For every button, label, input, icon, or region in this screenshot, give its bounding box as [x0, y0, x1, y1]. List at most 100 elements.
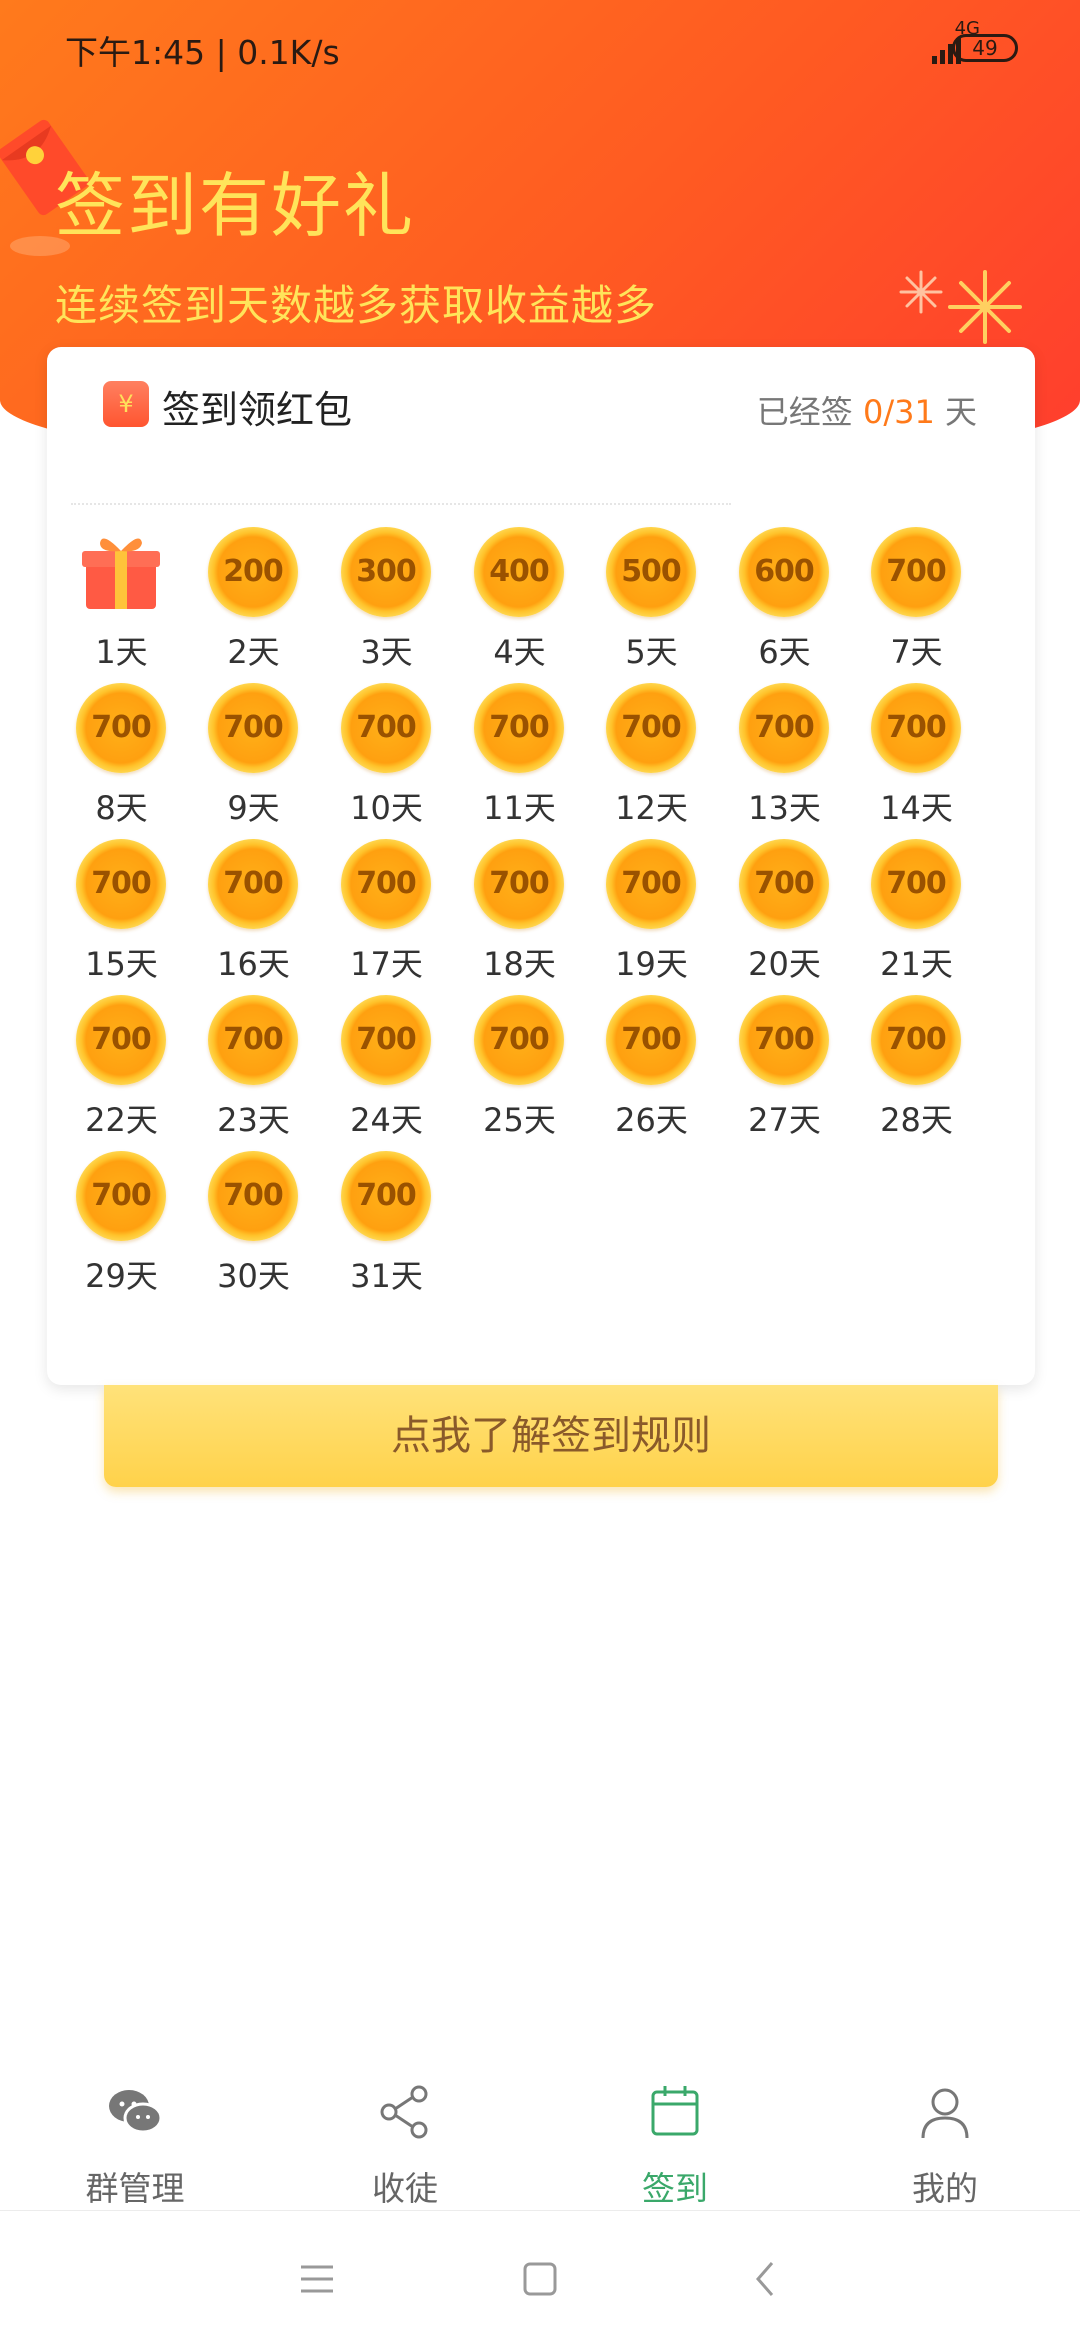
day-cell[interactable]: 700 25天 [453, 995, 586, 1151]
day-cell[interactable]: 700 8天 [55, 683, 188, 839]
nav-item-mine[interactable]: 我的 [810, 2082, 1080, 2212]
day-label: 21天 [880, 945, 953, 983]
day-cell[interactable]: 700 14天 [850, 683, 983, 839]
divider [71, 503, 731, 505]
coin-value: 700 [91, 1178, 152, 1213]
day-cell[interactable]: 700 9天 [187, 683, 320, 839]
user-icon [921, 2088, 969, 2139]
day-cell[interactable]: 500 5天 [585, 527, 718, 683]
day-label: 19天 [615, 945, 688, 983]
day-cell[interactable]: 700 12天 [585, 683, 718, 839]
progress-prefix: 已经签 [756, 393, 863, 431]
day-label: 8天 [95, 789, 148, 827]
coin-icon: 700 [474, 839, 564, 929]
coin-value: 700 [91, 866, 152, 901]
coin-icon: 700 [341, 683, 431, 773]
coin-icon: 500 [606, 527, 696, 617]
coin-value: 600 [754, 554, 815, 589]
coin-icon: 700 [341, 995, 431, 1085]
day-label: 26天 [615, 1101, 688, 1139]
day-label: 13天 [748, 789, 821, 827]
gift-icon [82, 538, 160, 609]
day-label: 28天 [880, 1101, 953, 1139]
nav-item-group-manage[interactable]: 群管理 [0, 2082, 270, 2212]
day-cell[interactable]: 400 4天 [453, 527, 586, 683]
coin-icon: 600 [739, 527, 829, 617]
day-cell[interactable]: 700 15天 [55, 839, 188, 995]
nav-item-apprentice[interactable]: 收徒 [270, 2082, 540, 2212]
coin-value: 700 [754, 866, 815, 901]
day-cell[interactable]: 700 10天 [320, 683, 453, 839]
hero-title: 签到有好礼 [55, 165, 415, 247]
coin-value: 700 [356, 710, 417, 745]
day-label: 9天 [227, 789, 280, 827]
coin-icon: 400 [474, 527, 564, 617]
coin-value: 700 [886, 554, 947, 589]
calendar-icon [651, 2086, 699, 2136]
coin-value: 500 [621, 554, 682, 589]
day-cell[interactable]: 700 26天 [585, 995, 718, 1151]
day-cell[interactable]: 200 2天 [187, 527, 320, 683]
day-cell[interactable]: 600 6天 [718, 527, 851, 683]
coin-value: 400 [489, 554, 550, 589]
coin-value: 700 [754, 1022, 815, 1057]
day-cell[interactable]: 700 20天 [718, 839, 851, 995]
day-cell[interactable]: 700 24天 [320, 995, 453, 1151]
day-cell[interactable]: 300 3天 [320, 527, 453, 683]
day-cell[interactable]: 700 28天 [850, 995, 983, 1151]
day-cell[interactable]: 700 19天 [585, 839, 718, 995]
coin-value: 700 [223, 1022, 284, 1057]
coin-icon: 700 [341, 839, 431, 929]
back-icon[interactable] [736, 2249, 796, 2309]
coin-icon: 700 [739, 683, 829, 773]
coin-icon: 700 [606, 839, 696, 929]
coin-icon: 700 [739, 839, 829, 929]
day-cell[interactable]: 700 27天 [718, 995, 851, 1151]
day-label: 17天 [350, 945, 423, 983]
coin-icon: 700 [871, 995, 961, 1085]
day-label: 22天 [85, 1101, 158, 1139]
coin-icon: 700 [474, 995, 564, 1085]
day-label: 31天 [350, 1257, 423, 1295]
home-icon[interactable] [510, 2249, 570, 2309]
day-label: 16天 [217, 945, 290, 983]
day-label: 2天 [227, 633, 280, 671]
coin-value: 700 [356, 1178, 417, 1213]
day-cell[interactable]: 700 13天 [718, 683, 851, 839]
day-cell[interactable]: 700 7天 [850, 527, 983, 683]
coin-icon: 700 [76, 995, 166, 1085]
day-label: 20天 [748, 945, 821, 983]
sign-progress: 已经签 0/31 天 [757, 387, 977, 433]
coin-icon: 200 [208, 527, 298, 617]
coin-icon: 700 [208, 683, 298, 773]
day-label: 24天 [350, 1101, 423, 1139]
nav-item-sign-in[interactable]: 签到 [540, 2082, 810, 2212]
day-cell[interactable]: 700 11天 [453, 683, 586, 839]
day-cell[interactable]: 700 23天 [187, 995, 320, 1151]
day-cell[interactable]: 700 16天 [187, 839, 320, 995]
coin-icon: 700 [606, 995, 696, 1085]
coin-value: 700 [886, 710, 947, 745]
day-cell[interactable]: 700 29天 [55, 1151, 188, 1307]
day-cell[interactable]: 700 21天 [850, 839, 983, 995]
day-cell[interactable]: 1天 [55, 527, 188, 683]
coin-icon: 700 [76, 683, 166, 773]
coin-value: 700 [223, 710, 284, 745]
share-icon [380, 2085, 428, 2139]
day-label: 10天 [350, 789, 423, 827]
coin-icon: 700 [871, 683, 961, 773]
coin-value: 700 [621, 710, 682, 745]
day-cell[interactable]: 700 30天 [187, 1151, 320, 1307]
nav-label: 我的 [912, 2169, 978, 2208]
coin-value: 700 [621, 1022, 682, 1057]
nav-label: 收徒 [372, 2169, 438, 2208]
day-cell[interactable]: 700 17天 [320, 839, 453, 995]
menu-icon[interactable] [287, 2249, 347, 2309]
day-cell[interactable]: 700 18天 [453, 839, 586, 995]
coin-value: 700 [489, 866, 550, 901]
rules-button[interactable]: 点我了解签到规则 [104, 1385, 998, 1487]
day-cell[interactable]: 700 22天 [55, 995, 188, 1151]
day-label: 1天 [95, 633, 148, 671]
day-cell[interactable]: 700 31天 [320, 1151, 453, 1307]
day-label: 4天 [493, 633, 546, 671]
